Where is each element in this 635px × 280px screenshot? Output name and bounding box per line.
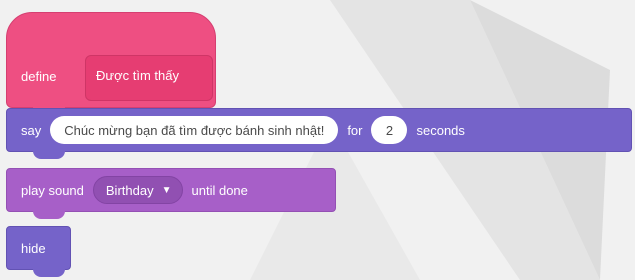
sound-dropdown-value: Birthday <box>105 182 154 198</box>
block-notch <box>33 151 65 159</box>
play-sound-keyword: play sound <box>21 182 84 198</box>
say-block[interactable]: say Chúc mừng bạn đã tìm được bánh sinh … <box>6 108 632 159</box>
caret-down-icon: ▼ <box>161 184 172 196</box>
say-keyword: say <box>21 122 42 138</box>
for-label: for <box>347 122 363 138</box>
hide-keyword: hide <box>21 240 46 256</box>
until-done-label: until done <box>191 182 248 198</box>
duration-input[interactable]: 2 <box>371 116 408 144</box>
play-sound-block[interactable]: play sound Birthday ▼ until done <box>6 168 336 219</box>
define-block[interactable]: define Được tìm thấy <box>6 12 216 115</box>
seconds-label: seconds <box>416 122 465 138</box>
sound-dropdown[interactable]: Birthday ▼ <box>92 176 183 204</box>
define-keyword: define <box>21 69 57 84</box>
block-notch <box>33 269 65 277</box>
custom-block-name[interactable]: Được tìm thấy <box>85 55 213 101</box>
say-message-input[interactable]: Chúc mừng bạn đã tìm được bánh sinh nhật… <box>50 116 339 144</box>
block-notch <box>33 211 65 219</box>
hide-block[interactable]: hide <box>6 226 71 277</box>
